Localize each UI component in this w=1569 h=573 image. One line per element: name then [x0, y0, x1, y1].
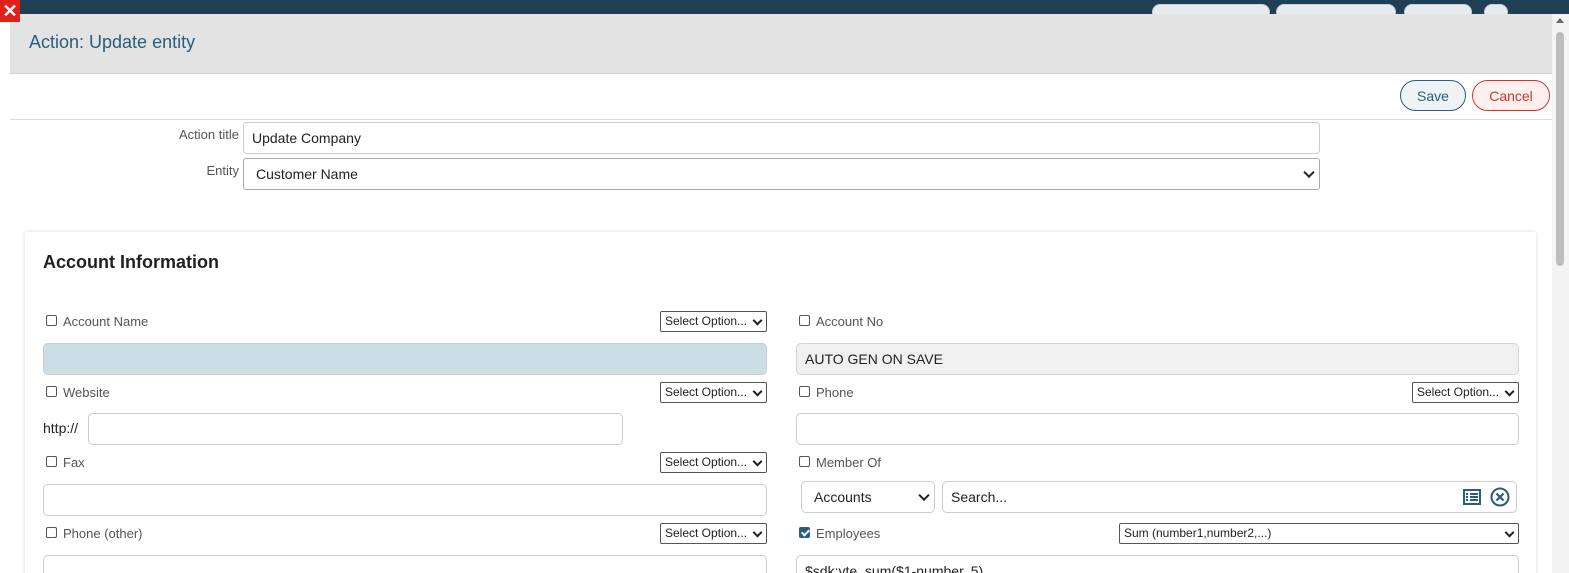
- phone-other-option-value: Select Option...: [665, 526, 748, 540]
- chevron-down-icon: [752, 527, 763, 538]
- fax-checkbox[interactable]: [46, 456, 57, 467]
- member-of-label: Member Of: [816, 455, 882, 470]
- action-bar: Save Cancel: [10, 74, 1552, 120]
- phone-option-select[interactable]: Select Option...: [1412, 382, 1519, 403]
- entity-select-value: Customer Name: [256, 166, 358, 182]
- chevron-down-icon: [918, 489, 930, 502]
- modal-header: Action: Update entity: [10, 14, 1552, 74]
- account-name-option-select[interactable]: Select Option...: [660, 311, 767, 332]
- section-title: Account Information: [43, 252, 219, 272]
- background-left-strip: [0, 14, 10, 573]
- account-information-card: Account Information Account Name Select …: [25, 232, 1536, 573]
- account-name-input[interactable]: [43, 343, 767, 375]
- action-title-input[interactable]: Update Company: [243, 122, 1320, 154]
- fax-option-select[interactable]: Select Option...: [660, 452, 767, 473]
- fax-label: Fax: [63, 455, 85, 470]
- fax-input[interactable]: [43, 484, 767, 516]
- account-no-checkbox[interactable]: [799, 315, 810, 326]
- vertical-scrollbar[interactable]: [1552, 14, 1569, 573]
- clear-circle-icon[interactable]: [1490, 487, 1510, 507]
- member-of-checkbox[interactable]: [799, 456, 810, 467]
- website-option-select[interactable]: Select Option...: [660, 382, 767, 403]
- list-icon[interactable]: [1463, 489, 1481, 505]
- website-input[interactable]: [88, 413, 623, 445]
- account-name-checkbox[interactable]: [46, 315, 57, 326]
- entity-select[interactable]: Customer Name: [243, 158, 1320, 190]
- employees-checkbox[interactable]: [799, 527, 810, 538]
- fax-option-value: Select Option...: [665, 455, 748, 469]
- website-option-value: Select Option...: [665, 385, 748, 399]
- phone-other-input[interactable]: [43, 555, 767, 573]
- scroll-thumb[interactable]: [1556, 32, 1564, 266]
- save-button[interactable]: Save: [1400, 80, 1466, 111]
- chevron-down-icon: [1303, 166, 1315, 179]
- employees-function-select[interactable]: Sum (number1,number2,...): [1119, 523, 1519, 544]
- action-title-label: Action title: [179, 127, 239, 142]
- website-label: Website: [63, 385, 110, 400]
- chevron-down-icon: [752, 456, 763, 467]
- member-of-search-input[interactable]: Search...: [942, 481, 1517, 513]
- employees-label: Employees: [816, 526, 881, 541]
- phone-checkbox[interactable]: [799, 386, 810, 397]
- account-no-input: AUTO GEN ON SAVE: [796, 343, 1519, 375]
- update-entity-modal: Action: Update entity Save Cancel Action…: [10, 14, 1552, 573]
- member-of-module-select[interactable]: Accounts: [801, 481, 935, 513]
- chevron-down-icon: [752, 315, 763, 326]
- employees-formula-input[interactable]: $sdk:vte_sum($1-number, 5): [796, 555, 1519, 573]
- account-name-option-value: Select Option...: [665, 314, 748, 328]
- phone-other-option-select[interactable]: Select Option...: [660, 523, 767, 544]
- phone-option-value: Select Option...: [1417, 385, 1500, 399]
- website-checkbox[interactable]: [46, 386, 57, 397]
- phone-other-label: Phone (other): [63, 526, 143, 541]
- close-icon[interactable]: ✕: [0, 0, 20, 22]
- phone-input[interactable]: [796, 413, 1519, 445]
- chevron-down-icon: [1504, 527, 1515, 538]
- entity-label: Entity: [206, 163, 239, 178]
- website-prefix: http://: [43, 420, 79, 436]
- account-no-label: Account No: [816, 314, 884, 329]
- modal-title: Action: Update entity: [29, 32, 196, 52]
- employees-function-value: Sum (number1,number2,...): [1124, 526, 1272, 540]
- scroll-up-icon[interactable]: [1556, 18, 1564, 23]
- chevron-down-icon: [1504, 386, 1515, 397]
- cancel-button[interactable]: Cancel: [1472, 80, 1550, 111]
- account-name-label: Account Name: [63, 314, 149, 329]
- member-of-module-value: Accounts: [814, 489, 872, 505]
- phone-label: Phone: [816, 385, 854, 400]
- chevron-down-icon: [752, 386, 763, 397]
- member-of-search-placeholder: Search...: [951, 489, 1008, 505]
- phone-other-checkbox[interactable]: [46, 527, 57, 538]
